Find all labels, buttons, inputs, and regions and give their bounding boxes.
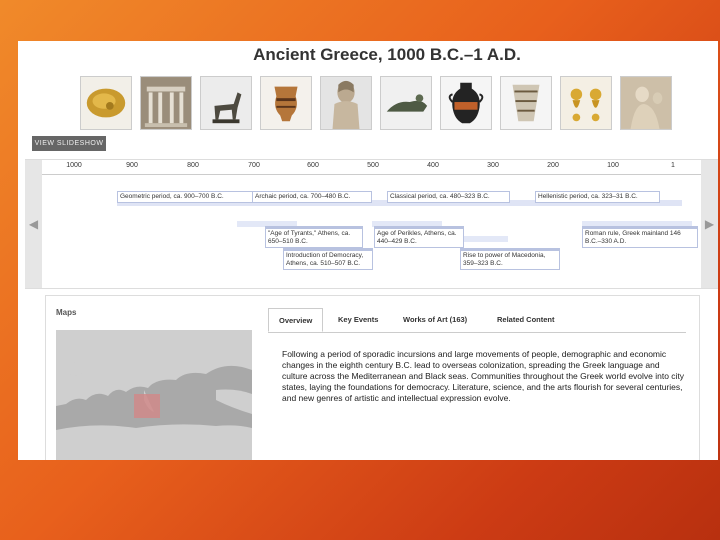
timeline-event[interactable]: Classical period, ca. 480–323 B.C. bbox=[387, 191, 510, 203]
timeline-event[interactable]: Roman rule, Greek mainland 146 B.C.–330 … bbox=[582, 226, 698, 248]
timeline-next-button[interactable]: ▶ bbox=[701, 160, 718, 288]
timeline-subperiod-band bbox=[458, 236, 508, 242]
kouros-statue-thumbnail[interactable] bbox=[320, 76, 372, 130]
gold-earrings-thumbnail[interactable] bbox=[560, 76, 612, 130]
timeline: ◀ 1000 900 800 700 600 500 400 300 200 1… bbox=[25, 159, 718, 289]
content-tabs: Overview Key Events Works of Art (163) R… bbox=[268, 308, 686, 333]
horse-figurine-thumbnail[interactable] bbox=[200, 76, 252, 130]
tab-works-of-art[interactable]: Works of Art (163) bbox=[403, 315, 467, 324]
timeline-tick: 1000 bbox=[66, 162, 82, 169]
reclining-figure-thumbnail[interactable] bbox=[380, 76, 432, 130]
gold-ornament-thumbnail[interactable] bbox=[80, 76, 132, 130]
region-map[interactable] bbox=[56, 330, 252, 460]
relief-sculpture-thumbnail[interactable] bbox=[620, 76, 672, 130]
maps-heading: Maps bbox=[56, 308, 77, 317]
timeline-event[interactable]: Hellenistic period, ca. 323–31 B.C. bbox=[535, 191, 660, 203]
temple-model-thumbnail[interactable] bbox=[140, 76, 192, 130]
timeline-event[interactable]: Geometric period, ca. 900–700 B.C. bbox=[117, 191, 259, 203]
view-slideshow-button[interactable]: VIEW SLIDESHOW bbox=[32, 136, 106, 151]
tab-related-content[interactable]: Related Content bbox=[497, 315, 555, 324]
timeline-tick: 700 bbox=[248, 162, 260, 169]
kalathos-vase-thumbnail[interactable] bbox=[500, 76, 552, 130]
timeline-tick: 600 bbox=[307, 162, 319, 169]
amphora-thumbnail[interactable] bbox=[440, 76, 492, 130]
browser-page: Ancient Greece, 1000 B.C.–1 A.D. VIEW SL… bbox=[18, 41, 718, 460]
timeline-event[interactable]: Introduction of Democracy, Athens, ca. 5… bbox=[283, 248, 373, 270]
timeline-tick: 500 bbox=[367, 162, 379, 169]
page-title: Ancient Greece, 1000 B.C.–1 A.D. bbox=[253, 45, 521, 64]
timeline-tick: 900 bbox=[126, 162, 138, 169]
timeline-event[interactable]: Archaic period, ca. 700–480 B.C. bbox=[252, 191, 372, 203]
timeline-prev-button[interactable]: ◀ bbox=[25, 160, 42, 288]
timeline-tick: 800 bbox=[187, 162, 199, 169]
chevron-left-icon: ◀ bbox=[28, 217, 39, 231]
timeline-tick: 400 bbox=[427, 162, 439, 169]
krater-vase-thumbnail[interactable] bbox=[260, 76, 312, 130]
overview-text: Following a period of sporadic incursion… bbox=[282, 349, 685, 403]
timeline-event[interactable]: "Age of Tyrants," Athens, ca. 650–510 B.… bbox=[265, 226, 363, 248]
chevron-right-icon: ▶ bbox=[704, 217, 715, 231]
timeline-event[interactable]: Age of Perikles, Athens, ca. 440–429 B.C… bbox=[374, 226, 464, 248]
timeline-ruler: 1000 900 800 700 600 500 400 300 200 100… bbox=[42, 160, 701, 175]
timeline-tick: 1 bbox=[671, 162, 675, 169]
timeline-tick: 200 bbox=[547, 162, 559, 169]
timeline-tick: 300 bbox=[487, 162, 499, 169]
tab-overview[interactable]: Overview bbox=[268, 308, 324, 332]
timeline-track[interactable]: 1000 900 800 700 600 500 400 300 200 100… bbox=[42, 160, 701, 288]
timeline-tick: 100 bbox=[607, 162, 619, 169]
detail-panel: Maps Overview Key Events Works of Art (1… bbox=[45, 295, 700, 460]
tab-key-events[interactable]: Key Events bbox=[338, 315, 378, 324]
timeline-event[interactable]: Rise to power of Macedonia, 359–323 B.C. bbox=[460, 248, 560, 270]
